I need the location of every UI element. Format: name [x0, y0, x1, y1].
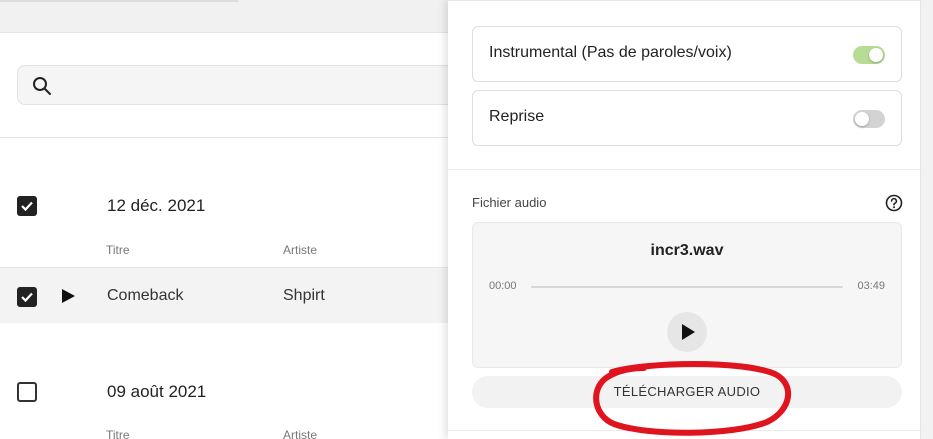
group-checkbox[interactable]: [17, 196, 37, 216]
group-date: 12 déc. 2021: [107, 196, 206, 215]
column-header-title[interactable]: Titre: [106, 243, 130, 257]
download-audio-button[interactable]: TÉLÉCHARGER AUDIO: [472, 376, 902, 408]
panel-content: Instrumental (Pas de paroles/voix) Repri…: [448, 0, 921, 439]
cover-toggle[interactable]: [853, 110, 885, 128]
audio-player: incr3.wav 00:00 03:49: [472, 222, 902, 368]
row-checkbox[interactable]: [17, 287, 37, 307]
current-time: 00:00: [489, 280, 517, 292]
help-icon[interactable]: [885, 194, 903, 212]
table-row[interactable]: Comeback Shpirt: [0, 267, 448, 323]
scrollbar[interactable]: [921, 0, 933, 439]
play-icon[interactable]: [61, 289, 75, 308]
divider: [0, 137, 448, 138]
details-panel: Instrumental (Pas de paroles/voix) Repri…: [448, 0, 933, 439]
instrumental-toggle[interactable]: [853, 46, 885, 64]
column-header-artist[interactable]: Artiste: [283, 428, 317, 439]
group-checkbox[interactable]: [17, 382, 37, 402]
search-icon: [32, 76, 52, 96]
audio-file-name: incr3.wav: [650, 242, 724, 259]
top-bar: [0, 0, 448, 33]
top-tab-indicator: [0, 0, 238, 2]
group-date: 09 août 2021: [107, 382, 207, 401]
audio-section-label: Fichier audio: [472, 195, 547, 210]
divider: [448, 169, 921, 170]
column-header-title[interactable]: Titre: [106, 428, 130, 439]
play-button[interactable]: [667, 312, 707, 352]
track-title: Comeback: [107, 287, 184, 304]
column-header-artist[interactable]: Artiste: [283, 243, 317, 257]
toggle-knob: [855, 112, 869, 126]
cover-label: Reprise: [489, 108, 545, 125]
divider: [448, 430, 921, 431]
instrumental-label: Instrumental (Pas de paroles/voix): [489, 44, 732, 61]
total-time: 03:49: [857, 280, 885, 292]
toggle-knob: [869, 48, 883, 62]
track-artist: Shpirt: [283, 287, 325, 304]
search-input[interactable]: [17, 65, 457, 105]
divider: [448, 0, 921, 3]
audio-progress-track[interactable]: [531, 286, 843, 288]
cover-option[interactable]: Reprise: [472, 90, 902, 146]
instrumental-option[interactable]: Instrumental (Pas de paroles/voix): [472, 26, 902, 82]
